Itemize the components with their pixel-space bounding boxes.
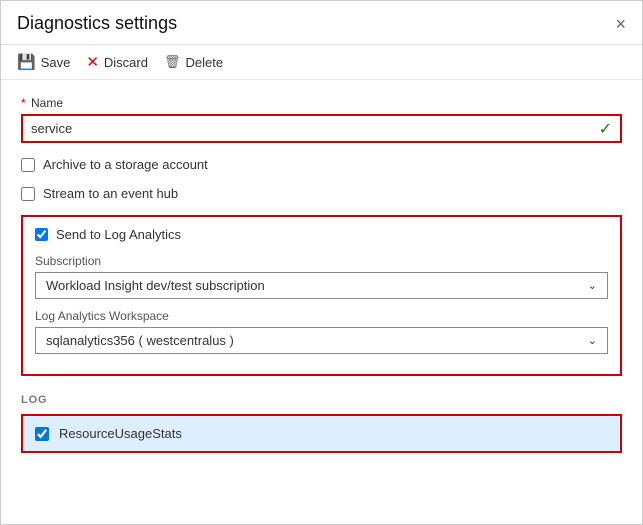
- name-field-group: * Name ✓: [21, 96, 622, 143]
- delete-icon: 🗑: [164, 54, 181, 70]
- subscription-field: Subscription Workload Insight dev/test s…: [35, 254, 608, 299]
- log-section-label: LOG: [21, 394, 622, 406]
- workspace-field: Log Analytics Workspace sqlanalytics356 …: [35, 309, 608, 354]
- close-button[interactable]: ×: [615, 15, 626, 33]
- archive-checkbox-row: Archive to a storage account: [21, 157, 622, 172]
- workspace-dropdown-arrow: ⌄: [588, 334, 597, 347]
- log-section: LOG ResourceUsageStats: [21, 394, 622, 453]
- subscription-dropdown[interactable]: Workload Insight dev/test subscription ⌄: [35, 272, 608, 299]
- stream-checkbox-row: Stream to an event hub: [21, 186, 622, 201]
- discard-button[interactable]: ✕ Discard: [86, 53, 148, 71]
- send-to-log-label[interactable]: Send to Log Analytics: [56, 227, 181, 242]
- diagnostics-settings-dialog: Diagnostics settings × 💾 Save ✕ Discard …: [0, 0, 643, 525]
- delete-button[interactable]: 🗑 Delete: [164, 54, 223, 70]
- name-label: * Name: [21, 96, 622, 110]
- name-input[interactable]: [23, 116, 599, 141]
- save-icon: 💾: [17, 53, 36, 71]
- toolbar: 💾 Save ✕ Discard 🗑 Delete: [1, 45, 642, 80]
- dialog-header: Diagnostics settings ×: [1, 1, 642, 45]
- save-label: Save: [41, 55, 71, 70]
- stream-label[interactable]: Stream to an event hub: [43, 186, 178, 201]
- log-analytics-section: Send to Log Analytics Subscription Workl…: [21, 215, 622, 376]
- resource-usage-label[interactable]: ResourceUsageStats: [59, 426, 182, 441]
- name-label-text: Name: [31, 96, 63, 110]
- discard-label: Discard: [104, 55, 148, 70]
- resource-usage-checkbox[interactable]: [35, 427, 49, 441]
- delete-label: Delete: [186, 55, 224, 70]
- discard-icon: ✕: [86, 53, 99, 71]
- input-check-icon: ✓: [599, 119, 620, 139]
- workspace-dropdown[interactable]: sqlanalytics356 ( westcentralus ) ⌄: [35, 327, 608, 354]
- send-to-log-checkbox[interactable]: [35, 228, 48, 241]
- dialog-content: * Name ✓ Archive to a storage account St…: [1, 80, 642, 524]
- dialog-title: Diagnostics settings: [17, 13, 177, 34]
- archive-label[interactable]: Archive to a storage account: [43, 157, 208, 172]
- log-item: ResourceUsageStats: [23, 416, 620, 451]
- required-star: *: [21, 96, 26, 110]
- stream-checkbox[interactable]: [21, 187, 35, 201]
- workspace-value: sqlanalytics356 ( westcentralus ): [46, 333, 234, 348]
- log-item-wrapper: ResourceUsageStats: [21, 414, 622, 453]
- save-button[interactable]: 💾 Save: [17, 53, 70, 71]
- subscription-label: Subscription: [35, 254, 608, 268]
- subscription-value: Workload Insight dev/test subscription: [46, 278, 265, 293]
- workspace-label: Log Analytics Workspace: [35, 309, 608, 323]
- name-input-wrapper: ✓: [21, 114, 622, 143]
- archive-checkbox[interactable]: [21, 158, 35, 172]
- subscription-dropdown-arrow: ⌄: [588, 279, 597, 292]
- send-to-log-header: Send to Log Analytics: [35, 227, 608, 242]
